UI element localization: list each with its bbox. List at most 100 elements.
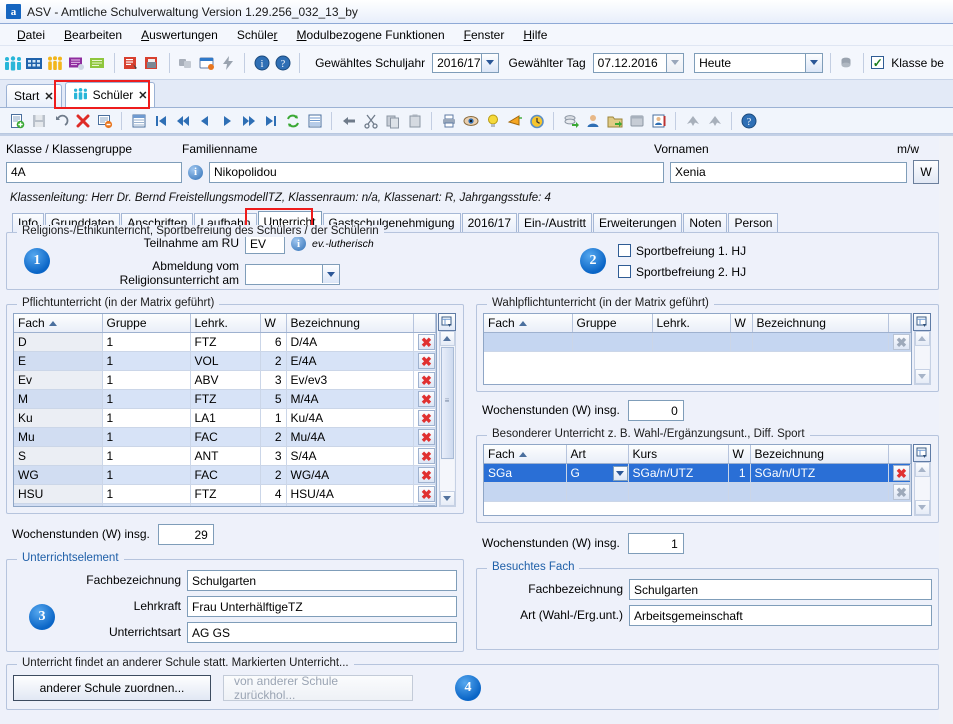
cell-bezeichnung[interactable]: S/4A <box>286 446 414 466</box>
cell-lehrk[interactable]: VOL <box>190 351 261 371</box>
cell-fach[interactable]: Ev <box>14 370 103 390</box>
cell-gruppe[interactable]: 1 <box>102 503 191 506</box>
bs-col-bezeichnung[interactable]: Bezeichnung <box>750 445 889 464</box>
doctab-start[interactable]: Start ✕ <box>6 84 62 107</box>
cell-bezeichnung[interactable] <box>752 332 889 352</box>
cell-art[interactable] <box>566 482 629 502</box>
gender-button[interactable]: W <box>913 160 939 184</box>
delete-row-icon[interactable]: ✖ <box>418 467 435 483</box>
cell-fach[interactable] <box>484 482 567 502</box>
ue-lehrkraft-input[interactable]: Frau UnterhälftigeTZ <box>187 596 457 617</box>
delete-row-icon-disabled[interactable]: ✖ <box>893 334 910 350</box>
cell-lehrk[interactable] <box>652 332 731 352</box>
students-group-icon[interactable] <box>4 52 23 74</box>
besonderer-scrollbar[interactable] <box>913 462 931 516</box>
last-record-icon[interactable] <box>260 110 281 131</box>
person-blue-icon[interactable] <box>582 110 603 131</box>
window-gray-icon[interactable] <box>626 110 647 131</box>
cell-gruppe[interactable] <box>572 332 653 352</box>
cell-bezeichnung[interactable]: Mu/4A <box>286 427 414 447</box>
cell-w[interactable]: 3 <box>260 370 287 390</box>
cell-w[interactable]: 2 <box>260 427 287 447</box>
cell-bezeichnung[interactable]: E/4A <box>286 351 414 371</box>
undo-icon[interactable] <box>50 110 71 131</box>
delete-row-icon[interactable]: ✖ <box>418 410 435 426</box>
cell-w[interactable]: 1 <box>260 503 287 506</box>
cell-lehrk[interactable]: FTZ <box>190 503 261 506</box>
ue-unterrichtsart-input[interactable]: AG GS <box>187 622 457 643</box>
close-icon-2[interactable]: ✕ <box>138 89 147 102</box>
cell-bezeichnung[interactable]: WG/4A <box>286 465 414 485</box>
cell-w[interactable]: 2 <box>260 351 287 371</box>
cell-fach[interactable]: FFö <box>14 503 103 506</box>
paste-icon[interactable] <box>404 110 425 131</box>
preview-eye-icon[interactable] <box>460 110 481 131</box>
cell-fach[interactable]: E <box>14 351 103 371</box>
table-icon[interactable] <box>304 110 325 131</box>
cell-fach[interactable]: Ku <box>14 408 103 428</box>
chevron-down-icon-2[interactable] <box>666 53 684 72</box>
hint-bulb-icon[interactable] <box>482 110 503 131</box>
cell-fach[interactable]: M <box>14 389 103 409</box>
klasse-checkbox[interactable]: ✓ <box>871 56 885 69</box>
info-icon-klasse[interactable]: i <box>188 164 203 180</box>
pflicht-col-fach[interactable]: Fach <box>14 314 103 333</box>
heute-select[interactable]: Heute <box>694 52 823 73</box>
delete-row-icon[interactable]: ✖ <box>418 391 435 407</box>
cell-fach[interactable]: SGa <box>484 463 567 483</box>
delete-row-icon[interactable]: ✖ <box>418 486 435 502</box>
fast-back-icon[interactable] <box>172 110 193 131</box>
list-view-icon[interactable] <box>128 110 149 131</box>
wahlpflicht-wochenstunden-value[interactable]: 0 <box>627 400 684 421</box>
cell-fach[interactable]: D <box>14 332 103 352</box>
doctab-schueler[interactable]: Schüler ✕ <box>64 82 156 107</box>
save-icon[interactable] <box>28 110 49 131</box>
report-red-icon[interactable] <box>122 52 141 74</box>
wp-col-gruppe[interactable]: Gruppe <box>572 314 653 333</box>
menu-modulbezogene-funktionen[interactable]: Modulbezogene Funktionen <box>288 26 455 44</box>
cell-gruppe[interactable]: 1 <box>102 484 191 504</box>
klasse-input[interactable]: 4A <box>6 161 182 183</box>
cell-w[interactable]: 6 <box>260 332 287 352</box>
bf-fachbezeichnung-input[interactable]: Schulgarten <box>629 579 932 600</box>
prev-record-icon[interactable] <box>194 110 215 131</box>
cell-bezeichnung[interactable] <box>750 482 889 502</box>
cell-bezeichnung[interactable]: HSU/4A <box>286 484 414 504</box>
cell-w[interactable]: 5 <box>260 389 287 409</box>
scroll-up-icon-2[interactable] <box>914 331 930 346</box>
school-building-icon[interactable] <box>25 52 44 74</box>
menu-datei[interactable]: DDateiatei <box>8 26 55 44</box>
pflicht-col-w[interactable]: W <box>260 314 287 333</box>
print-icon[interactable] <box>438 110 459 131</box>
cell-fach[interactable]: WG <box>14 465 103 485</box>
cell-w[interactable]: 4 <box>260 484 287 504</box>
cell-gruppe[interactable]: 1 <box>102 332 191 352</box>
pflicht-scrollbar[interactable]: ≡ <box>438 331 456 507</box>
delete-row-icon-2[interactable]: ✖ <box>893 465 910 481</box>
close-icon[interactable]: ✕ <box>44 90 53 103</box>
cell-bezeichnung[interactable]: Ev/ev3 <box>286 370 414 390</box>
wahlpflicht-scrollbar[interactable] <box>913 331 931 385</box>
vornamen-input[interactable]: Xenia <box>670 161 907 183</box>
book-print-icon[interactable] <box>143 52 162 74</box>
up-arrow-gray2-icon[interactable] <box>704 110 725 131</box>
schuljahr-select[interactable]: 2016/17 <box>432 52 499 73</box>
cell-kurs[interactable] <box>628 482 729 502</box>
delete-row-icon[interactable]: ✖ <box>418 448 435 464</box>
cell-gruppe[interactable]: 1 <box>102 408 191 428</box>
help-blue-icon[interactable]: ? <box>738 110 759 131</box>
cell-lehrk[interactable]: FAC <box>190 427 261 447</box>
abmeldung-select[interactable] <box>245 263 340 285</box>
familienname-input[interactable]: Nikopolidou <box>209 161 664 183</box>
notify-icon[interactable] <box>504 110 525 131</box>
stack-gray-icon[interactable] <box>837 52 856 74</box>
cell-bezeichnung[interactable]: FFö/4A <box>286 503 414 506</box>
cell-w[interactable]: 1 <box>260 408 287 428</box>
modules-gray-icon[interactable] <box>177 52 196 74</box>
bf-art-input[interactable]: Arbeitsgemeinschaft <box>629 605 932 626</box>
tab-erweiterungen[interactable]: Erweiterungen <box>593 213 683 232</box>
sportbefreiung-1-checkbox[interactable] <box>618 244 631 257</box>
menu-fenster[interactable]: Fenster <box>455 26 515 44</box>
delete-row-icon[interactable]: ✖ <box>418 334 435 350</box>
delete-row-icon-disabled-2[interactable]: ✖ <box>893 484 910 500</box>
